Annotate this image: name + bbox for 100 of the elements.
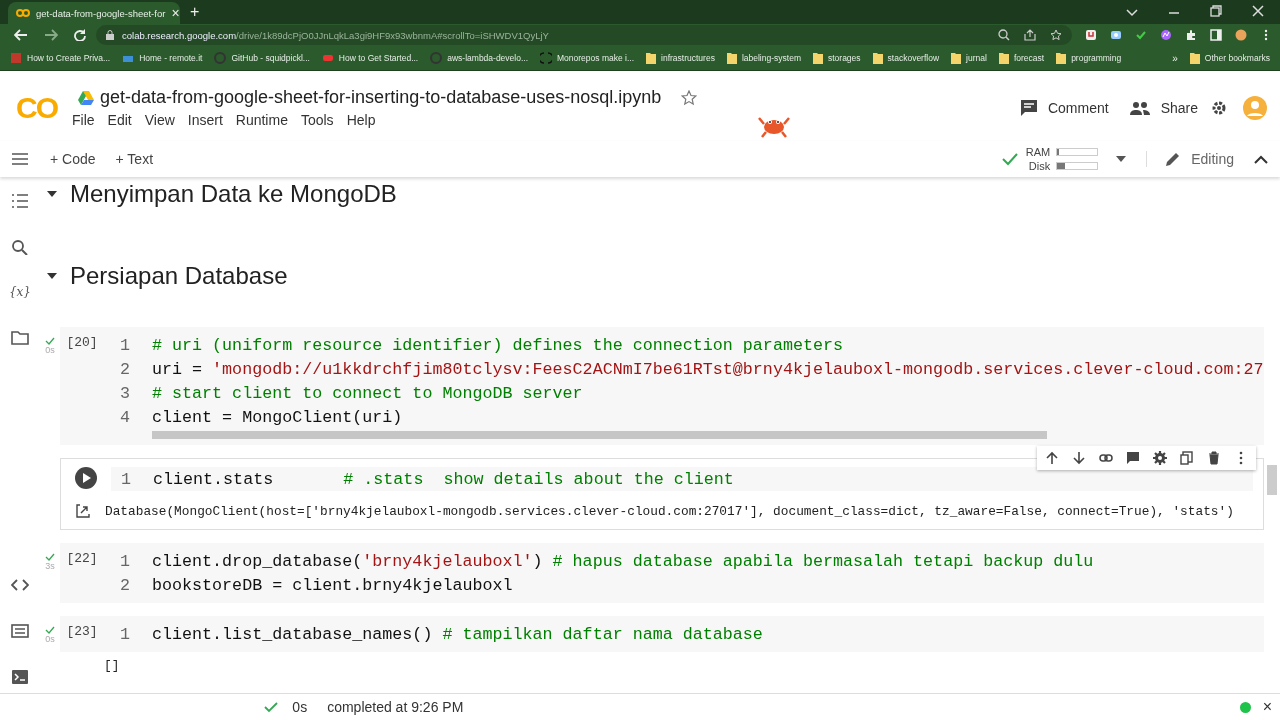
bookmark[interactable]: aws-lambda-develo... <box>430 52 529 64</box>
variables-button[interactable]: {x} <box>7 285 32 299</box>
close-tab-button[interactable]: × <box>171 5 180 21</box>
trash-icon[interactable] <box>1207 451 1221 465</box>
line-number: 3 <box>119 383 130 403</box>
code-icon[interactable] <box>11 577 29 593</box>
run-button-icon[interactable] <box>75 467 97 491</box>
mirror-cell-icon[interactable] <box>1180 451 1194 465</box>
extension-icon[interactable] <box>1160 29 1172 41</box>
line-number: 2 <box>119 575 130 595</box>
bookmark[interactable]: How to Create Priva... <box>10 52 111 64</box>
dropdown-caret-icon[interactable] <box>1116 156 1127 162</box>
resource-label: RAM <box>1024 146 1051 158</box>
link-icon[interactable] <box>1099 451 1113 465</box>
add-text-button[interactable]: + Text <box>115 151 154 167</box>
star-icon[interactable] <box>1050 29 1062 41</box>
minimize-icon[interactable] <box>1168 9 1180 17</box>
share-button[interactable]: Share <box>1128 99 1198 116</box>
site-icon <box>430 52 443 64</box>
tab-title: get-data-from-google-sheet-for <box>36 7 166 19</box>
check-icon <box>45 626 55 634</box>
extension-icon[interactable] <box>1110 29 1122 41</box>
bookmark[interactable]: Other bookmarks <box>1189 52 1270 64</box>
zoom-icon[interactable] <box>998 29 1010 41</box>
site-icon <box>214 52 227 64</box>
bookmark[interactable]: forecast <box>998 52 1045 64</box>
folder-icon[interactable] <box>11 329 29 345</box>
folder-icon <box>998 52 1009 64</box>
browser-tab[interactable]: get-data-from-google-sheet-for × <box>8 2 180 24</box>
reload-icon[interactable] <box>74 29 86 41</box>
code-cell[interactable] <box>60 458 1264 530</box>
settings-icon[interactable] <box>1153 451 1167 465</box>
chevron-up-icon[interactable] <box>1254 154 1268 164</box>
chevron-down-icon[interactable] <box>1126 9 1138 17</box>
forward-arrow-icon[interactable] <box>44 29 58 41</box>
notebook-title[interactable]: get-data-from-google-sheet-for-inserting-to-database-uses-nosql.ipynb <box>100 87 662 108</box>
menu-item[interactable]: Insert <box>187 112 223 128</box>
usage-meter <box>1056 162 1099 170</box>
menu-item[interactable]: File <box>72 112 95 128</box>
new-tab-button[interactable]: + <box>190 3 200 21</box>
menu-item[interactable]: Help <box>346 112 376 128</box>
bookmark[interactable]: programming <box>1056 52 1122 64</box>
folder-icon <box>872 52 883 64</box>
close-icon[interactable] <box>1252 5 1264 17</box>
avatar-icon[interactable] <box>1235 29 1247 41</box>
table-of-contents-icon[interactable] <box>11 193 29 209</box>
code-line: uri = 'mongodb://u1kkdrchfjim80tclysv:FeesC2ACNmI7be61RTst@brny4kjelauboxl-mongodb.services.clever-cloud.com:27 <box>152 359 1264 379</box>
side-panel-icon[interactable] <box>1210 29 1222 41</box>
bookmark[interactable]: labeling-system <box>726 52 801 64</box>
menu-item[interactable]: Runtime <box>235 112 288 128</box>
more-bookmarks-button[interactable]: » <box>1172 52 1178 64</box>
bookmark[interactable]: Monorepos make i... <box>540 52 635 64</box>
line-number: 1 <box>119 551 130 571</box>
snippets-icon[interactable] <box>11 623 29 639</box>
share-icon[interactable] <box>1024 29 1036 41</box>
code-line: client = MongoClient(uri) <box>152 407 403 427</box>
address-bar[interactable]: colab.research.google.com/drive/1k89dcPjO0JJnLqkLa3gi9HF9x93wbnmA#scrollTo=iSHWDV1QyLjY <box>96 25 1072 45</box>
code-cell[interactable] <box>60 327 1264 445</box>
check-icon <box>264 701 279 713</box>
bookmark[interactable]: GitHub - squidpickl... <box>214 52 310 64</box>
bookmark[interactable]: infrastructures <box>646 52 715 64</box>
folder-icon <box>951 52 962 64</box>
code-cell[interactable]: [23] 1 client.list_database_names() # tampilkan daftar nama database [] <box>60 616 1264 679</box>
folder-icon <box>1189 52 1200 64</box>
bookmark[interactable]: How to Get Started... <box>321 52 419 64</box>
arrow-down-icon[interactable] <box>1072 451 1086 465</box>
line-number: 4 <box>119 407 130 427</box>
comment-icon[interactable] <box>1126 451 1140 465</box>
arrow-up-icon[interactable] <box>1045 451 1059 465</box>
check-icon <box>1002 152 1019 166</box>
section-heading: Persiapan Database <box>70 262 288 290</box>
close-button[interactable]: × <box>1262 698 1272 716</box>
extension-icon[interactable] <box>1085 29 1097 41</box>
code-cell[interactable]: [22] 1 client.drop_database('brny4kjelauboxl') # hapus database apabila bermasalah tetapi backup dulu 2 bookstoreDB = client.brny4kjelauboxl <box>60 543 1264 603</box>
star-icon[interactable] <box>681 89 698 106</box>
back-arrow-icon[interactable] <box>14 29 28 41</box>
puzzle-icon[interactable] <box>1185 29 1197 41</box>
menu-item[interactable]: View <box>144 112 175 128</box>
terminal-icon[interactable] <box>11 669 29 685</box>
bookmark[interactable]: stackoverflow <box>872 52 940 64</box>
extension-icon[interactable] <box>1135 29 1147 41</box>
search-icon[interactable] <box>11 239 29 255</box>
comment-button[interactable]: Comment <box>1019 98 1109 117</box>
bookmark[interactable]: storages <box>812 52 861 64</box>
menu-item[interactable]: Tools <box>300 112 334 128</box>
scrollbar-thumb[interactable] <box>152 431 1047 439</box>
bookmark[interactable]: Home - remote.it <box>122 52 203 64</box>
restore-icon[interactable] <box>1210 5 1222 17</box>
status-message: completed at 9:26 PM <box>327 699 464 715</box>
scrollbar-thumb[interactable] <box>1267 465 1277 495</box>
editing-button[interactable]: Editing <box>1146 151 1234 167</box>
bookmark[interactable]: jurnal <box>951 52 987 64</box>
check-icon <box>45 553 55 561</box>
section-heading: Menyimpan Data ke MongoDB <box>70 180 397 208</box>
menu-icon[interactable] <box>12 153 28 165</box>
usage-meter <box>1056 148 1099 156</box>
code-line: # start client to connect to MongoDB server <box>152 383 583 403</box>
add-code-button[interactable]: + Code <box>50 151 96 167</box>
menu-item[interactable]: Edit <box>107 112 132 128</box>
execution-count: [20] <box>66 335 98 352</box>
